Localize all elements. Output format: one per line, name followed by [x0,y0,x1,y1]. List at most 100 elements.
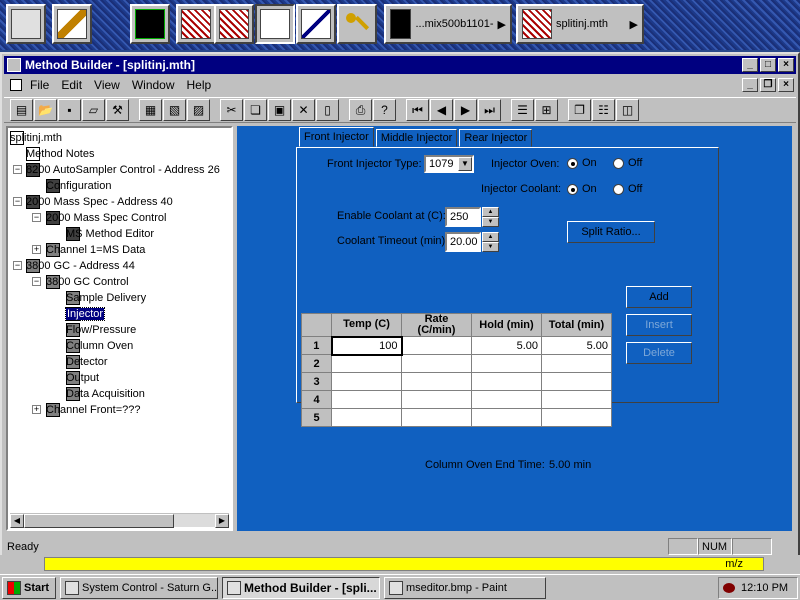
spectrum-icon[interactable] [130,4,170,44]
enable-coolant-spinner[interactable]: ▲ ▼ [482,207,499,227]
rate-cell[interactable] [401,390,472,409]
tree-item-sample-delivery[interactable]: Sample Delivery [66,290,146,306]
tree-item-mass-spec[interactable]: 2000 Mass Spec - Address 40 [26,194,173,210]
task-paint[interactable]: mseditor.bmp - Paint [384,577,546,599]
open-folder-icon[interactable]: ▱ [82,99,105,121]
close-button[interactable]: × [778,58,794,72]
minimize-button[interactable]: _ [742,58,758,72]
tree-item-flow-pressure[interactable]: Flow/Pressure [66,322,136,338]
rate-cell[interactable] [401,336,472,355]
tools-icon[interactable] [52,4,92,44]
tree-item-autosampler[interactable]: 8200 AutoSampler Control - Address 26 [26,162,220,178]
collapse-icon[interactable]: − [13,165,22,174]
menu-view[interactable]: View [88,78,126,92]
temp-cell[interactable] [331,354,402,373]
rate-cell[interactable] [401,408,472,427]
coolant-timeout-input[interactable]: 20.00 ▲ ▼ [445,232,499,252]
tree-item-3800-gc[interactable]: 3800 GC - Address 44 [26,258,135,274]
method-task-button[interactable]: splitinj.mth ▶ [516,4,644,44]
tab-front-injector[interactable]: Front Injector [299,127,374,147]
tree-item-injector[interactable]: Injector [64,306,106,322]
temp-cell[interactable] [331,390,402,409]
tree-item-ms-method-editor[interactable]: MS Method Editor [66,226,154,242]
delete-button[interactable]: Delete [626,342,692,364]
tree-item-configuration[interactable]: Configuration [46,178,111,194]
tree-item-detector[interactable]: Detector [66,354,108,370]
coolant-timeout-spinner[interactable]: ▲ ▼ [482,232,499,252]
hold-cell[interactable] [471,408,542,427]
collapse-icon[interactable]: − [13,197,22,206]
doc-restore-button[interactable]: ❐ [760,78,776,92]
list-view-icon[interactable]: ☰ [511,99,534,121]
ms-sms-icon[interactable] [255,4,295,44]
hold-cell[interactable] [471,390,542,409]
expand-icon[interactable]: + [32,405,41,414]
doc-minimize-button[interactable]: _ [742,78,758,92]
temp-cell[interactable] [331,372,402,391]
properties-icon[interactable]: ▯ [316,99,339,121]
rate-cell[interactable] [401,372,472,391]
tree-item-output[interactable]: Output [66,370,99,386]
collapse-icon[interactable]: − [32,277,41,286]
tree-item-method-file[interactable]: splitinj.mth [10,130,62,146]
task-method-builder[interactable]: Method Builder - [spli... [222,577,380,599]
tree-item-column-oven[interactable]: Column Oven [66,338,133,354]
collapse-icon[interactable]: − [32,213,41,222]
hold-cell[interactable] [471,354,542,373]
next-icon[interactable]: ▶ [454,99,477,121]
menu-help[interactable]: Help [181,78,218,92]
open-icon[interactable]: 📂 [34,99,57,121]
tree-item-method-notes[interactable]: Method Notes [26,146,94,162]
enable-coolant-input[interactable]: 250 ▲ ▼ [445,207,499,227]
cascade-icon[interactable]: ❐ [568,99,591,121]
spectrum-task-button[interactable]: ...mix500b1101- ▶ [384,4,512,44]
tile-vertical-icon[interactable]: ◫ [616,99,639,121]
speaker-icon[interactable] [723,583,735,593]
help-icon[interactable]: ? [373,99,396,121]
maximize-button[interactable]: □ [760,58,776,72]
first-icon[interactable]: ⏮ [406,99,429,121]
menu-edit[interactable]: Edit [55,78,88,92]
menu-window[interactable]: Window [126,78,181,92]
temp-cell[interactable]: 100 [330,335,403,356]
split-ratio-button[interactable]: Split Ratio... [567,221,655,243]
task-system-control[interactable]: System Control - Saturn G... [60,577,218,599]
front-injector-type-select[interactable]: 1079 ▼ [424,155,474,173]
last-icon[interactable]: ⏭ [478,99,501,121]
scroll-right-icon[interactable]: ▶ [215,514,229,528]
injector-coolant-on-radio[interactable]: On [567,183,597,195]
shuffle-icon[interactable] [176,4,216,44]
expand-icon[interactable]: + [32,245,41,254]
collapse-icon[interactable]: − [13,261,22,270]
tree-item-3800-gc-control[interactable]: 3800 GC Control [46,274,129,290]
monitor-icon[interactable] [6,4,46,44]
add-button[interactable]: Add [626,286,692,308]
tree-item-data-acquisition[interactable]: Data Acquisition [66,386,145,402]
insert-button[interactable]: Insert [626,314,692,336]
chevron-down-icon[interactable]: ▼ [458,157,472,171]
scroll-thumb[interactable] [24,514,174,528]
add-module-icon[interactable]: ▦ [139,99,162,121]
tree-item-mass-spec-control[interactable]: 2000 Mass Spec Control [46,210,166,226]
tree-item-channel-1[interactable]: Channel 1=MS Data [46,242,145,258]
insert-module-icon[interactable]: ▧ [163,99,186,121]
chip-icon[interactable] [214,4,254,44]
cut-icon[interactable]: ✂ [220,99,243,121]
prev-icon[interactable]: ◀ [430,99,453,121]
tree-horizontal-scrollbar[interactable]: ◀ ▶ [10,513,229,528]
hold-cell[interactable] [471,372,542,391]
tree-item-channel-front[interactable]: Channel Front=??? [46,402,140,418]
tile-horizontal-icon[interactable]: ☷ [592,99,615,121]
tab-middle-injector[interactable]: Middle Injector [375,129,458,147]
injector-coolant-off-radio[interactable]: Off [613,183,642,195]
rate-cell[interactable] [401,354,472,373]
paste-icon[interactable]: ▣ [268,99,291,121]
new-icon[interactable]: ▤ [10,99,33,121]
delete-module-icon[interactable]: ▨ [187,99,210,121]
save-icon[interactable]: ▪ [58,99,81,121]
key-icon[interactable] [337,4,377,44]
print-icon[interactable]: ⎙ [349,99,372,121]
start-button[interactable]: Start [2,577,56,599]
temp-cell[interactable] [331,408,402,427]
hold-cell[interactable]: 5.00 [471,336,542,355]
